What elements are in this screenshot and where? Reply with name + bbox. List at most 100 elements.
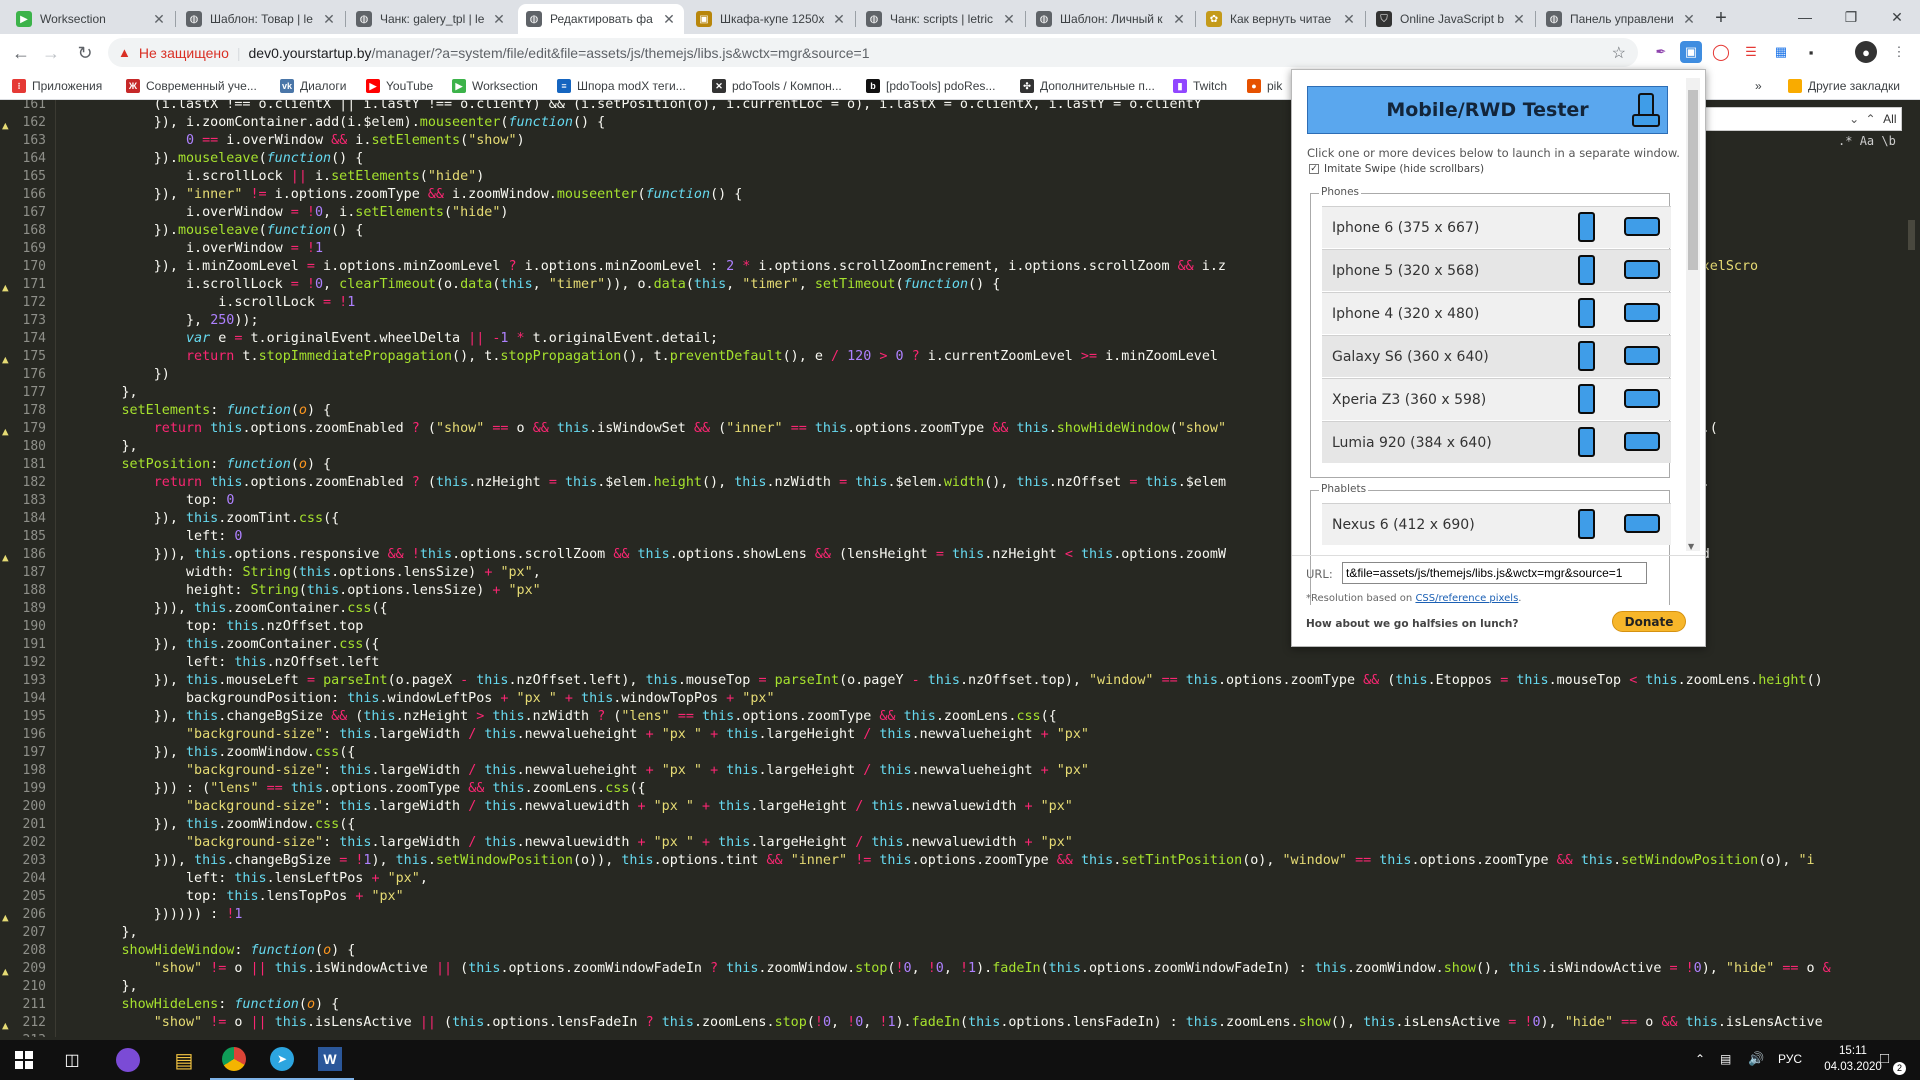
tab-close-icon[interactable]: ✕ <box>152 11 166 28</box>
code-line[interactable]: 210 }, <box>0 978 1904 996</box>
tab-close-icon[interactable]: ✕ <box>1682 11 1696 28</box>
code-line[interactable]: 202 "background-size": this.largeWidth /… <box>0 834 1904 852</box>
tab-close-icon[interactable]: ✕ <box>1172 11 1186 28</box>
tab-6[interactable]: ◍ Шаблон: Личный к ✕ <box>1028 4 1194 34</box>
code-line[interactable]: 199 })) : ("lens" == this.options.zoomTy… <box>0 780 1904 798</box>
swipe-checkbox[interactable]: ✓ <box>1309 164 1319 174</box>
tab-9[interactable]: ◍ Панель управлени ✕ <box>1538 4 1704 34</box>
landscape-device-icon[interactable] <box>1624 346 1660 365</box>
scrollbar-thumb[interactable] <box>1908 220 1915 250</box>
cortana-icon[interactable] <box>104 1040 152 1080</box>
chevron-up-icon[interactable]: ⌃ <box>1862 112 1878 126</box>
rwd-tester-extension-icon[interactable]: ▣ <box>1680 41 1702 63</box>
bookmark-item[interactable]: ✕ pdoTools / Компон... <box>712 76 842 96</box>
tab-close-icon[interactable]: ✕ <box>1512 11 1526 28</box>
grid-extension-icon[interactable]: ▦ <box>1770 41 1792 63</box>
landscape-device-icon[interactable] <box>1624 389 1660 408</box>
landscape-device-icon[interactable] <box>1624 303 1660 322</box>
css-pixels-link[interactable]: CSS/reference pixels <box>1415 593 1518 604</box>
landscape-device-icon[interactable] <box>1624 432 1660 451</box>
match-case-toggle[interactable]: Aa <box>1860 134 1874 148</box>
maximize-button[interactable]: ❐ <box>1828 0 1874 34</box>
code-line[interactable]: 194 backgroundPosition: this.windowLeftP… <box>0 690 1904 708</box>
bookmark-item[interactable]: Ж Современный уче... <box>126 76 257 96</box>
tab-8[interactable]: ⛉ Online JavaScript b ✕ <box>1368 4 1534 34</box>
code-line[interactable]: 192 left: this.nzOffset.left <box>0 654 1904 672</box>
code-line[interactable]: ▲ 206 }))))) : !1 <box>0 906 1904 924</box>
other-bookmarks-folder[interactable]: Другие закладки <box>1788 76 1900 96</box>
url-input[interactable] <box>1342 562 1647 584</box>
code-line[interactable]: 198 "background-size": this.largeWidth /… <box>0 762 1904 780</box>
avatar[interactable]: ● <box>1855 41 1877 63</box>
tab-close-icon[interactable]: ✕ <box>832 11 846 28</box>
bars-extension-icon[interactable]: ☰ <box>1740 41 1762 63</box>
tray-chevron-icon[interactable]: ⌃ <box>1695 1052 1705 1066</box>
device-row[interactable]: Lumia 920 (384 x 640) <box>1322 421 1671 463</box>
tab-3[interactable]: ◍ Редактировать фа ✕ <box>518 4 684 34</box>
file-explorer-icon[interactable]: ▤ <box>160 1040 208 1080</box>
reload-button[interactable]: ↻ <box>72 40 98 66</box>
scroll-down-icon[interactable]: ▼ <box>1688 542 1694 551</box>
volume-icon[interactable]: 🔊 <box>1748 1051 1764 1067</box>
address-bar[interactable]: ▲ Не защищено | dev0.yourstartup.by /man… <box>108 38 1638 67</box>
bookmark-item[interactable]: ≡ Шпора modX теги... <box>557 76 686 96</box>
clock[interactable]: 15:11 04.03.2020 <box>1818 1043 1888 1075</box>
tab-2[interactable]: ◍ Чанк: galery_tpl | le ✕ <box>348 4 514 34</box>
start-button[interactable] <box>0 1040 48 1080</box>
portrait-device-icon[interactable] <box>1578 427 1595 457</box>
find-input[interactable] <box>1691 108 1846 130</box>
code-line[interactable]: ▲ 212 "show" != o || this.isLensActive ||… <box>0 1014 1904 1032</box>
bookmark-item[interactable]: ▶ YouTube <box>366 76 433 96</box>
landscape-device-icon[interactable] <box>1624 260 1660 279</box>
bookmark-star-icon[interactable]: ☆ <box>1612 43 1626 63</box>
portrait-device-icon[interactable] <box>1578 341 1595 371</box>
chrome-taskbar-icon[interactable] <box>210 1040 258 1080</box>
language-indicator[interactable]: РУС <box>1778 1052 1802 1066</box>
code-line[interactable]: 195 }), this.changeBgSize && (this.nzHei… <box>0 708 1904 726</box>
code-line[interactable]: 213 <box>0 1032 1904 1037</box>
tab-1[interactable]: ◍ Шаблон: Товар | le ✕ <box>178 4 344 34</box>
network-icon[interactable]: ▤ <box>1720 1052 1731 1066</box>
chrome-menu-icon[interactable]: ⋮ <box>1888 41 1910 63</box>
code-line[interactable]: 207 }, <box>0 924 1904 942</box>
task-view-icon[interactable]: ◫ <box>48 1040 96 1080</box>
bookmark-item[interactable]: ▶ Worksection <box>452 76 538 96</box>
code-line[interactable]: 208 showHideWindow: function(o) { <box>0 942 1904 960</box>
bookmark-item[interactable]: vk Диалоги <box>280 76 346 96</box>
tab-close-icon[interactable]: ✕ <box>492 11 506 28</box>
code-line[interactable]: 205 top: this.lensTopPos + "px" <box>0 888 1904 906</box>
code-line[interactable]: 203 })), this.changeBgSize = !1), this.s… <box>0 852 1904 870</box>
code-line[interactable]: 211 showHideLens: function(o) { <box>0 996 1904 1014</box>
word-boundary-toggle[interactable]: \b <box>1881 134 1895 148</box>
minimize-button[interactable]: — <box>1782 0 1828 34</box>
bookmark-item[interactable]: ✣ Дополнительные п... <box>1020 76 1155 96</box>
portrait-device-icon[interactable] <box>1578 212 1595 242</box>
word-icon[interactable]: W <box>306 1040 354 1080</box>
portrait-device-icon[interactable] <box>1578 384 1595 414</box>
chevron-down-icon[interactable]: ⌄ <box>1846 112 1862 126</box>
code-line[interactable]: 204 left: this.lensLeftPos + "px", <box>0 870 1904 888</box>
tab-0[interactable]: ▶ Worksection ✕ <box>8 4 174 34</box>
popup-scrollbar-thumb[interactable] <box>1688 90 1698 270</box>
tab-7[interactable]: ✿ Как вернуть читае ✕ <box>1198 4 1364 34</box>
bookmark-item[interactable]: ▮ Twitch <box>1173 76 1227 96</box>
bookmark-item[interactable]: ⁝ Приложения <box>12 76 102 96</box>
bookmark-item[interactable]: b [pdoTools] pdoRes... <box>866 76 995 96</box>
code-line[interactable]: 193 }), this.mouseLeft = parseInt(o.page… <box>0 672 1904 690</box>
code-line[interactable]: 197 }), this.zoomWindow.css({ <box>0 744 1904 762</box>
tab-4[interactable]: ▣ Шкафа-купе 1250x ✕ <box>688 4 854 34</box>
device-row[interactable]: Xperia Z3 (360 x 598) <box>1322 378 1671 420</box>
bookmark-item[interactable]: ● pik <box>1247 76 1282 96</box>
regex-toggle[interactable]: .* <box>1838 134 1852 148</box>
tab-close-icon[interactable]: ✕ <box>322 11 336 28</box>
portrait-device-icon[interactable] <box>1578 298 1595 328</box>
code-line[interactable]: 196 "background-size": this.largeWidth /… <box>0 726 1904 744</box>
notifications-icon[interactable]: □ <box>1880 1050 1889 1067</box>
tab-5[interactable]: ◍ Чанк: scripts | letric ✕ <box>858 4 1024 34</box>
landscape-device-icon[interactable] <box>1624 217 1660 236</box>
device-row[interactable]: Iphone 5 (320 x 568) <box>1322 249 1671 291</box>
tab-close-icon[interactable]: ✕ <box>1342 11 1356 28</box>
device-row[interactable]: Nexus 6 (412 x 690) <box>1322 503 1671 545</box>
portrait-device-icon[interactable] <box>1578 255 1595 285</box>
tab-close-icon[interactable]: ✕ <box>662 11 676 28</box>
